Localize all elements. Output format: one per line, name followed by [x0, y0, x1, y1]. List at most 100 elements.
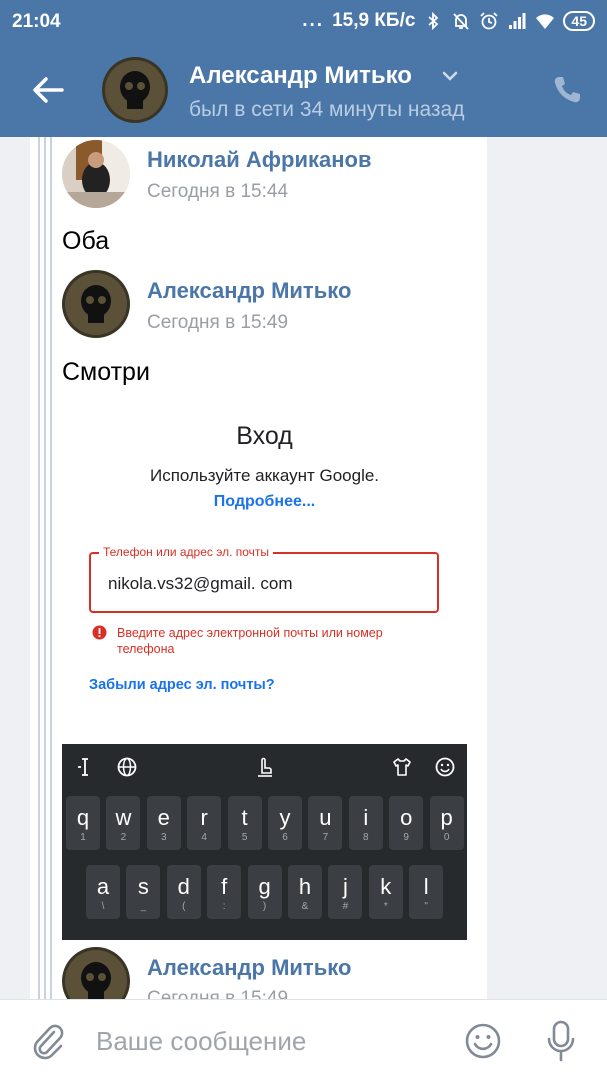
keyboard-key: o9 [389, 796, 424, 850]
message-input-bar: Ваше сообщение [0, 999, 607, 1080]
key-letter: p [440, 805, 453, 830]
key-letter: h [298, 874, 312, 899]
key-secondary: : [222, 901, 226, 912]
key-secondary: 7 [322, 832, 329, 843]
message-time: Сегодня в 15:49 [147, 988, 289, 999]
key-secondary: _ [140, 901, 147, 912]
key-letter: r [200, 805, 208, 830]
keyboard-key: i8 [348, 796, 383, 850]
back-arrow-icon[interactable] [28, 72, 68, 108]
gesture-icon [258, 757, 272, 777]
error-message: Введите адрес электронной почты или номе… [117, 626, 383, 656]
key-letter: y [279, 805, 291, 830]
key-letter: i [363, 805, 369, 830]
contact-avatar[interactable] [102, 57, 168, 123]
text-cursor-icon [78, 758, 88, 776]
keyboard-key: j # [328, 865, 363, 919]
key-secondary: \ [101, 901, 105, 912]
status-icons: ... 15,9 КБ/с 45 [302, 10, 595, 32]
key-letter: o [400, 805, 413, 830]
key-secondary: " [424, 901, 428, 912]
key-letter: q [76, 805, 90, 830]
message-text: Смотри [62, 358, 150, 386]
key-letter: s [137, 874, 149, 899]
phone-icon[interactable] [551, 74, 583, 106]
keyboard: q1w2e3r4t5y6u7i8o9p0 a \ s _ d(f: g) h & j # k * l " [62, 744, 467, 940]
message-avatar[interactable] [62, 270, 130, 338]
chat-header: Александр Митько был в сети 34 минуты на… [0, 44, 607, 137]
keyboard-key: k * [368, 865, 403, 919]
message-avatar[interactable] [62, 947, 130, 999]
keyboard-key: t5 [227, 796, 262, 850]
message-author[interactable]: Александр Митько [147, 278, 351, 304]
keyboard-key: l " [409, 865, 444, 919]
message-author[interactable]: Николай Африканов [147, 147, 371, 173]
status-dots: ... [302, 10, 325, 31]
key-letter: a [96, 874, 110, 899]
email-field-label: Телефон или адрес эл. почты [99, 545, 274, 559]
keyboard-key: d( [166, 865, 201, 919]
keyboard-key: u7 [308, 796, 343, 850]
keyboard-key: h & [288, 865, 322, 919]
key-letter: g [258, 874, 271, 899]
alarm-icon [480, 12, 499, 30]
key-letter: k [380, 874, 392, 899]
message-input[interactable]: Ваше сообщение [96, 1026, 306, 1057]
microphone-icon[interactable] [546, 1020, 576, 1062]
mute-bell-icon [453, 13, 470, 30]
chat-messages[interactable]: Николай Африканов Сегодня в 15:44 Оба Ал… [30, 137, 487, 999]
contact-name[interactable]: Александр Митько [189, 62, 412, 90]
chevron-down-icon[interactable] [440, 66, 460, 86]
emoji-icon [435, 757, 455, 777]
contact-last-seen: был в сети 34 минуты назад [189, 98, 465, 121]
skull-avatar-image [62, 270, 130, 338]
smiley-icon[interactable] [464, 1022, 502, 1060]
message-time: Сегодня в 15:49 [147, 312, 289, 333]
keyboard-key: e3 [146, 796, 181, 850]
quote-line [44, 137, 46, 999]
theme-shirt-icon [393, 758, 411, 776]
globe-icon [117, 757, 137, 777]
key-secondary: 1 [80, 832, 86, 843]
key-secondary: 6 [282, 832, 288, 843]
battery-level: 45 [563, 11, 595, 31]
key-letter: l [423, 874, 429, 899]
skull-avatar-image [102, 57, 168, 123]
keyboard-key: a \ [86, 865, 120, 919]
message-text: Оба [62, 227, 110, 255]
quote-line [38, 137, 40, 999]
key-letter: j [342, 874, 348, 899]
attached-screenshot[interactable]: Вход Используйте аккаунт Google. Подробн… [62, 392, 467, 940]
key-secondary: 4 [201, 832, 207, 843]
status-bar: 21:04 ... 15,9 КБ/с 45 [0, 0, 607, 44]
paperclip-icon[interactable] [30, 1022, 66, 1060]
key-letter: u [319, 805, 332, 830]
key-secondary: 0 [443, 832, 450, 843]
quote-line [50, 137, 52, 999]
key-secondary: 8 [363, 832, 369, 843]
key-letter: w [115, 805, 132, 830]
key-secondary: & [301, 901, 309, 912]
bluetooth-icon [428, 11, 439, 31]
keyboard-key: y6 [268, 796, 302, 850]
learn-more-link: Подробнее... [213, 493, 316, 510]
keyboard-key: f: [207, 865, 242, 919]
key-secondary: 2 [120, 832, 127, 843]
keyboard-key: s _ [126, 865, 161, 919]
status-time: 21:04 [12, 11, 61, 32]
email-field-value: nikola.vs32@gmail. com [108, 574, 293, 593]
network-speed: 15,9 КБ/с [332, 10, 416, 31]
key-secondary: ) [262, 901, 267, 912]
message-avatar[interactable] [62, 140, 130, 208]
key-secondary: 9 [403, 832, 409, 843]
forgot-email-link: Забыли адрес эл. почты? [89, 677, 275, 693]
message-time: Сегодня в 15:44 [147, 181, 289, 202]
avatar-photo [62, 140, 130, 208]
key-letter: d [177, 874, 190, 899]
keyboard-toolbar [62, 744, 467, 788]
key-secondary: 5 [241, 832, 248, 843]
signal-icon [509, 13, 526, 29]
message-author[interactable]: Александр Митько [147, 955, 351, 981]
keyboard-key: p0 [429, 796, 464, 850]
signin-subtitle: Используйте аккаунт Google. [149, 466, 380, 485]
